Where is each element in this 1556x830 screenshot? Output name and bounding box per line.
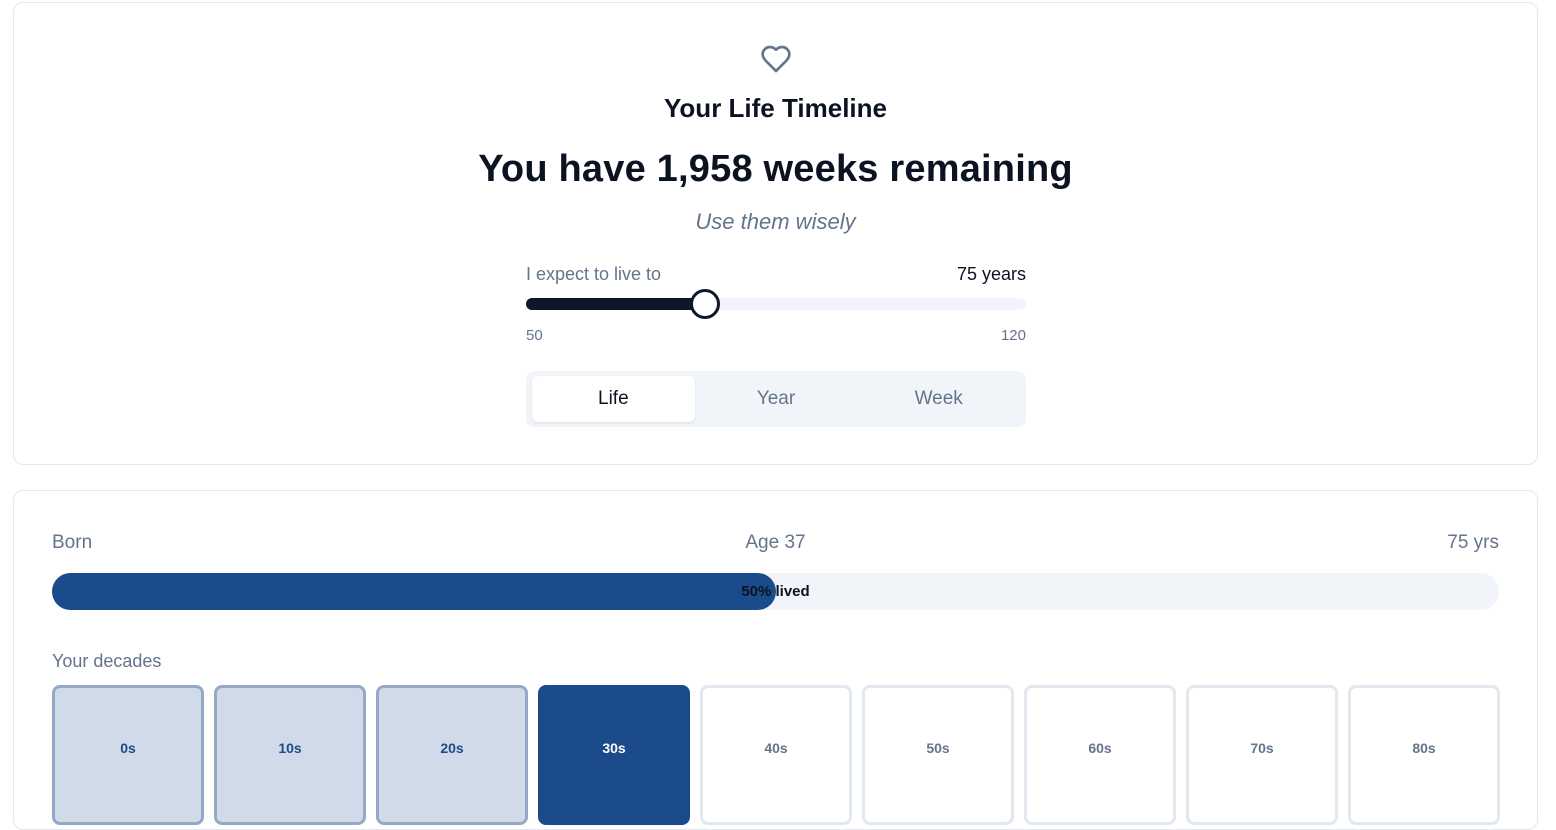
life-progress-text: 50% lived xyxy=(741,583,810,600)
decades-heading: Your decades xyxy=(52,651,162,671)
decade-tile[interactable]: 80s xyxy=(1348,685,1500,825)
life-expectancy-label: I expect to live to xyxy=(526,264,662,284)
slider-fill xyxy=(526,298,705,310)
decade-tile[interactable]: 10s xyxy=(214,685,366,825)
decade-tile[interactable]: 20s xyxy=(376,685,528,825)
tab-life[interactable]: Life xyxy=(532,376,695,422)
progress-labels: Born Age 37 75 yrs xyxy=(52,532,1499,556)
weeks-remaining-headline: You have 1,958 weeks remaining xyxy=(478,148,1073,190)
slider-min-label: 50 xyxy=(526,327,543,344)
decade-tile[interactable]: 40s xyxy=(700,685,852,825)
heart-icon xyxy=(761,45,791,73)
progress-end-label: 75 yrs xyxy=(1447,532,1499,553)
decade-tile[interactable]: 50s xyxy=(862,685,1014,825)
decade-tile[interactable]: 60s xyxy=(1024,685,1176,825)
slider-thumb[interactable] xyxy=(689,289,720,319)
tab-year[interactable]: Year xyxy=(695,376,858,422)
slider-max-label: 120 xyxy=(1000,327,1026,344)
subtitle: Use them wisely xyxy=(695,209,856,234)
progress-current-age: Age 37 xyxy=(745,532,806,553)
decade-tile[interactable]: 0s xyxy=(52,685,204,825)
tab-week[interactable]: Week xyxy=(857,376,1020,422)
decade-tile[interactable]: 70s xyxy=(1186,685,1338,825)
life-progress-bar: 50% lived xyxy=(52,573,1499,610)
settings-card: Your Life Timeline You have 1,958 weeks … xyxy=(13,2,1538,465)
life-expectancy-slider[interactable] xyxy=(526,289,1026,319)
life-expectancy-value: 75 years xyxy=(956,264,1026,284)
decades-grid: 0s 10s 20s 30s 40s 50s 60s 70s 80s xyxy=(52,685,1501,825)
page-title: Your Life Timeline xyxy=(664,93,887,123)
view-tabs: Life Year Week xyxy=(526,371,1026,427)
timeline-card: Born Age 37 75 yrs 50% lived Your decade… xyxy=(13,490,1538,830)
decade-tile[interactable]: 30s xyxy=(538,685,690,825)
